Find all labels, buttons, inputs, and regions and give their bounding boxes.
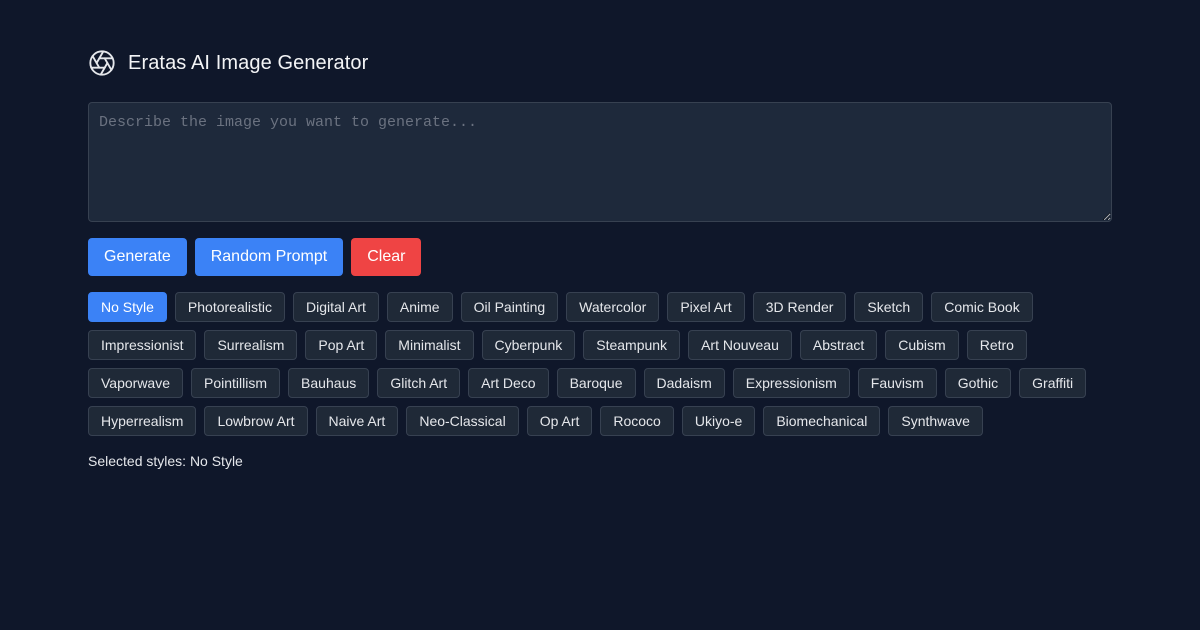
style-chip[interactable]: Art Deco	[468, 368, 549, 398]
style-chip[interactable]: Bauhaus	[288, 368, 370, 398]
style-chip[interactable]: Pixel Art	[667, 292, 745, 322]
page-title: Eratas AI Image Generator	[128, 51, 369, 74]
clear-button[interactable]: Clear	[351, 238, 422, 276]
style-chip[interactable]: Surrealism	[204, 330, 298, 360]
style-chip[interactable]: Digital Art	[292, 292, 379, 322]
style-chip[interactable]: Sketch	[854, 292, 924, 322]
style-chip[interactable]: Anime	[386, 292, 453, 322]
style-chip[interactable]: Pointillism	[191, 368, 281, 398]
style-chip[interactable]: Glitch Art	[377, 368, 461, 398]
style-chip[interactable]: Retro	[966, 330, 1027, 360]
style-chip[interactable]: Synthwave	[888, 406, 983, 436]
style-chip[interactable]: Rococo	[600, 406, 674, 436]
style-chip[interactable]: Abstract	[799, 330, 878, 360]
style-chip[interactable]: Gothic	[944, 368, 1012, 398]
random-prompt-button[interactable]: Random Prompt	[194, 238, 344, 276]
style-chip[interactable]: Vaporwave	[88, 368, 184, 398]
style-chip[interactable]: Photorealistic	[174, 292, 285, 322]
style-chip[interactable]: Cubism	[885, 330, 959, 360]
style-chip[interactable]: Graffiti	[1019, 368, 1087, 398]
generate-button[interactable]: Generate	[88, 238, 187, 276]
style-chip[interactable]: Minimalist	[385, 330, 474, 360]
style-chip[interactable]: Dadaism	[643, 368, 725, 398]
style-chip[interactable]: Oil Painting	[460, 292, 559, 322]
style-chip[interactable]: Pop Art	[305, 330, 378, 360]
style-chip[interactable]: Impressionist	[88, 330, 197, 360]
style-chips: No Style Photorealistic Digital Art Anime Oi…	[88, 292, 1112, 436]
style-chip[interactable]: Steampunk	[583, 330, 681, 360]
style-chip[interactable]: Hyperrealism	[88, 406, 197, 436]
style-chip[interactable]: Baroque	[556, 368, 636, 398]
prompt-input[interactable]	[88, 102, 1112, 222]
style-chip[interactable]: Biomechanical	[763, 406, 881, 436]
style-chip[interactable]: Ukiyo-e	[681, 406, 756, 436]
style-chip[interactable]: Watercolor	[566, 292, 660, 322]
header: Eratas AI Image Generator	[88, 48, 368, 78]
action-buttons: Generate Random Prompt Clear	[88, 238, 422, 276]
style-chip[interactable]: Cyberpunk	[481, 330, 576, 360]
style-chip[interactable]: No Style	[88, 292, 167, 322]
style-chip[interactable]: Fauvism	[857, 368, 937, 398]
aperture-icon	[88, 49, 116, 77]
style-chip[interactable]: Naive Art	[315, 406, 399, 436]
style-chip[interactable]: Lowbrow Art	[204, 406, 308, 436]
style-chip[interactable]: Expressionism	[732, 368, 850, 398]
style-chip[interactable]: Comic Book	[931, 292, 1033, 322]
selected-styles-text: Selected styles: No Style	[88, 453, 243, 469]
style-chip[interactable]: Op Art	[526, 406, 593, 436]
style-chip[interactable]: Art Nouveau	[688, 330, 792, 360]
style-chip[interactable]: Neo-Classical	[406, 406, 519, 436]
style-chip[interactable]: 3D Render	[752, 292, 847, 322]
